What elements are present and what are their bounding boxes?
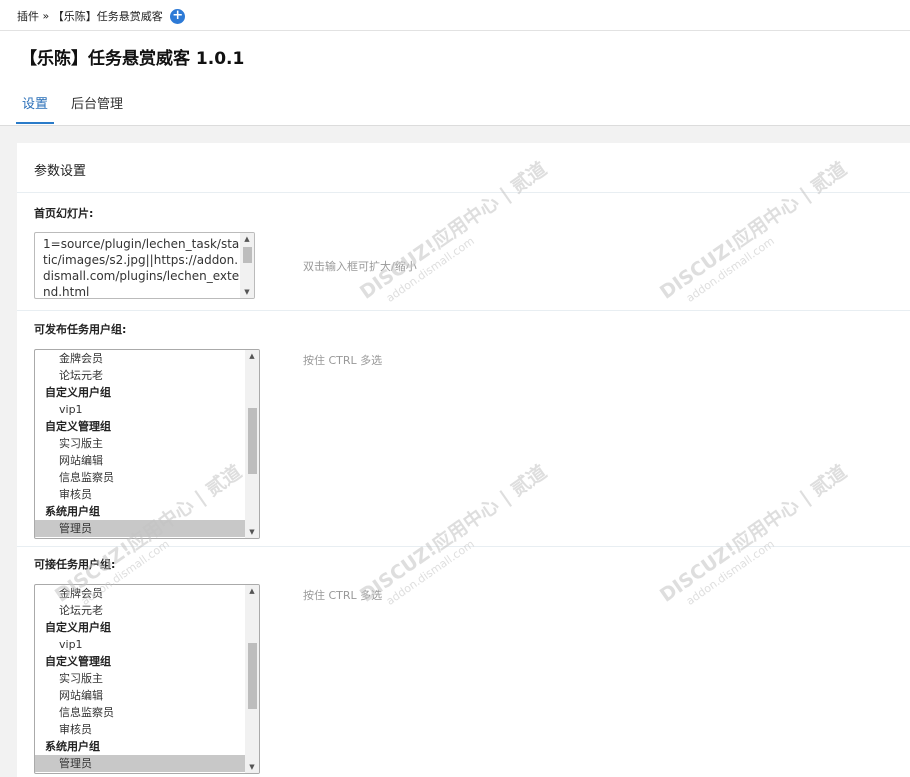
active-tab-indicator: [16, 122, 54, 124]
list-option[interactable]: vip1: [35, 636, 245, 653]
option-group-label: 自定义管理组: [45, 420, 111, 433]
accept-groups-select[interactable]: 金牌会员 论坛元老自定义用户组 vip1 自定义管理组实习版主 网站编辑 信息监察员 审核员…: [34, 584, 260, 774]
listbox-scrollbar[interactable]: ▲ ▼: [245, 585, 259, 773]
accept-groups-options: 金牌会员 论坛元老自定义用户组 vip1 自定义管理组实习版主 网站编辑 信息监察员 审核员…: [35, 585, 245, 772]
scroll-down-icon[interactable]: ▼: [245, 761, 259, 773]
breadcrumb-plugins-link[interactable]: 插件: [17, 10, 39, 23]
scroll-thumb[interactable]: [243, 247, 252, 263]
scroll-thumb[interactable]: [248, 643, 257, 709]
breadcrumb: 插件 » 【乐陈】任务悬赏威客 +: [17, 8, 186, 24]
list-option[interactable]: vip1: [35, 401, 245, 418]
tab-admin[interactable]: 后台管理: [71, 93, 123, 112]
slideshow-textarea[interactable]: 1=source/plugin/lechen_task/static/image…: [34, 232, 255, 299]
tab-settings[interactable]: 设置: [22, 93, 48, 112]
settings-panel: 参数设置 首页幻灯片: 1=source/plugin/lechen_task/…: [17, 143, 910, 777]
publish-groups-options: 金牌会员 论坛元老自定义用户组 vip1 自定义管理组实习版主 网站编辑 信息监察员 审核员…: [35, 350, 245, 537]
publish-groups-label: 可发布任务用户组:: [34, 323, 127, 336]
scroll-up-icon[interactable]: ▲: [245, 350, 259, 362]
list-option[interactable]: 论坛元老: [35, 602, 245, 619]
scroll-up-icon[interactable]: ▲: [240, 233, 254, 245]
page-header: 【乐陈】任务悬赏威客 1.0.1 设置 后台管理: [0, 31, 910, 126]
divider: [17, 192, 910, 193]
breadcrumb-separator: »: [42, 9, 50, 23]
top-breadcrumb-bar: 插件 » 【乐陈】任务悬赏威客 +: [0, 0, 910, 31]
option-group-label: 自定义用户组: [45, 386, 111, 399]
list-option[interactable]: 管理员: [35, 755, 245, 772]
list-option[interactable]: 金牌会员: [35, 350, 245, 367]
page-title: 【乐陈】任务悬赏威客 1.0.1: [20, 49, 245, 69]
list-option[interactable]: 网站编辑: [35, 452, 245, 469]
list-option[interactable]: 审核员: [35, 721, 245, 738]
publish-groups-select[interactable]: 金牌会员 论坛元老自定义用户组 vip1 自定义管理组实习版主 网站编辑 信息监察员 审核员…: [34, 349, 260, 539]
slideshow-textarea-value: 1=source/plugin/lechen_task/static/image…: [43, 237, 240, 299]
scroll-thumb[interactable]: [248, 408, 257, 474]
list-option[interactable]: 审核员: [35, 486, 245, 503]
list-option[interactable]: 信息监察员: [35, 469, 245, 486]
scroll-down-icon[interactable]: ▼: [245, 526, 259, 538]
list-option[interactable]: 实习版主: [35, 670, 245, 687]
list-option[interactable]: 网站编辑: [35, 687, 245, 704]
slideshow-label: 首页幻灯片:: [34, 207, 94, 220]
listbox-scrollbar[interactable]: ▲ ▼: [245, 350, 259, 538]
option-group-label: 自定义管理组: [45, 655, 111, 668]
publish-groups-tip: 按住 CTRL 多选: [303, 354, 383, 367]
scroll-down-icon[interactable]: ▼: [240, 286, 254, 298]
panel-title: 参数设置: [34, 164, 87, 179]
list-option[interactable]: 金牌会员: [35, 585, 245, 602]
option-group-label: 系统用户组: [45, 740, 100, 753]
list-option[interactable]: 管理员: [35, 520, 245, 537]
accept-groups-tip: 按住 CTRL 多选: [303, 589, 383, 602]
plus-circle-icon[interactable]: +: [170, 8, 186, 24]
slideshow-tip: 双击输入框可扩大/缩小: [303, 260, 417, 273]
divider: [17, 310, 910, 311]
list-option[interactable]: 论坛元老: [35, 367, 245, 384]
accept-groups-label: 可接任务用户组:: [34, 558, 116, 571]
breadcrumb-current: 【乐陈】任务悬赏威客: [52, 10, 163, 23]
list-option[interactable]: 实习版主: [35, 435, 245, 452]
textarea-scrollbar[interactable]: ▲ ▼: [240, 233, 254, 298]
option-group-label: 系统用户组: [45, 505, 100, 518]
list-option[interactable]: 信息监察员: [35, 704, 245, 721]
option-group-label: 自定义用户组: [45, 621, 111, 634]
scroll-up-icon[interactable]: ▲: [245, 585, 259, 597]
divider: [17, 546, 910, 547]
